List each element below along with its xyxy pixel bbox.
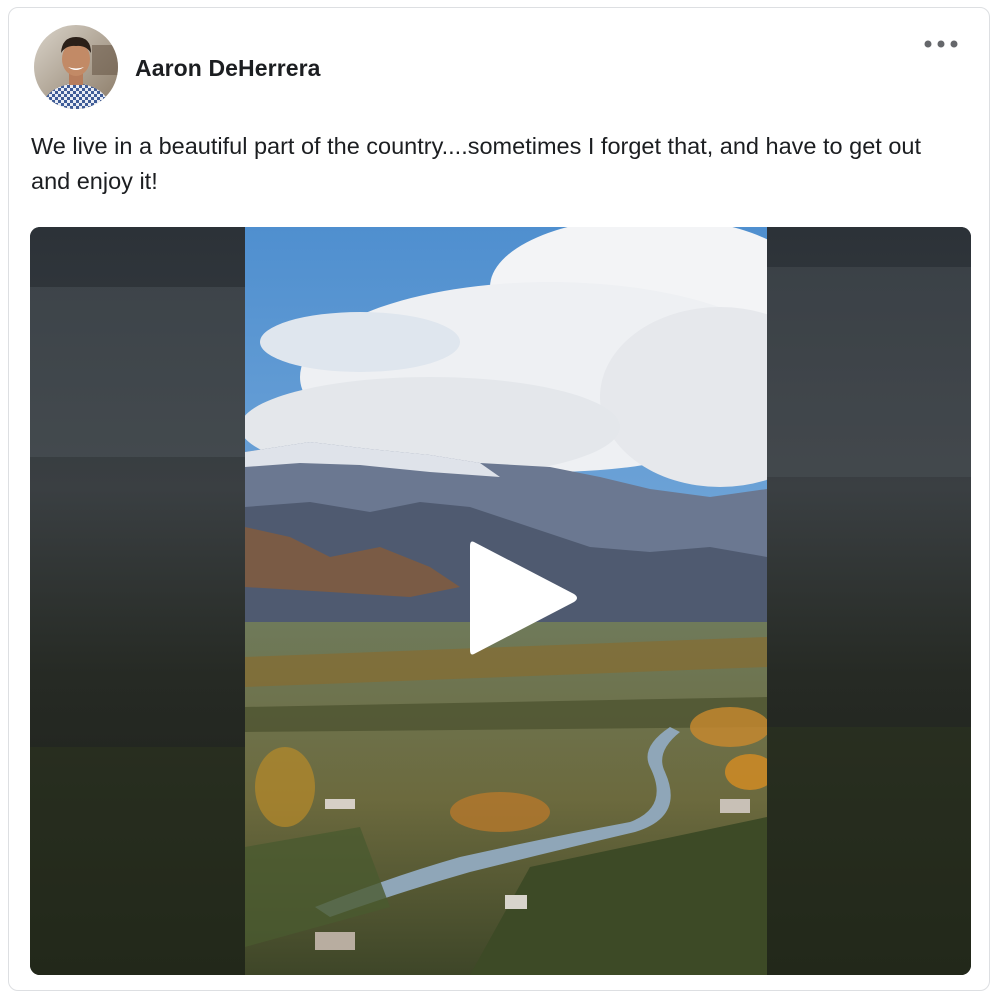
more-horizontal-icon xyxy=(924,40,958,48)
post-text: We live in a beautiful part of the count… xyxy=(31,133,922,194)
author-avatar[interactable] xyxy=(34,25,118,109)
post-card: Aaron DeHerrera We live in a beautiful p… xyxy=(8,7,990,991)
play-icon xyxy=(470,541,577,655)
author-name[interactable]: Aaron DeHerrera xyxy=(135,55,321,82)
video-player[interactable] xyxy=(30,227,971,975)
more-options-button[interactable] xyxy=(920,36,964,58)
avatar-image xyxy=(34,25,118,109)
play-button[interactable] xyxy=(460,534,580,662)
